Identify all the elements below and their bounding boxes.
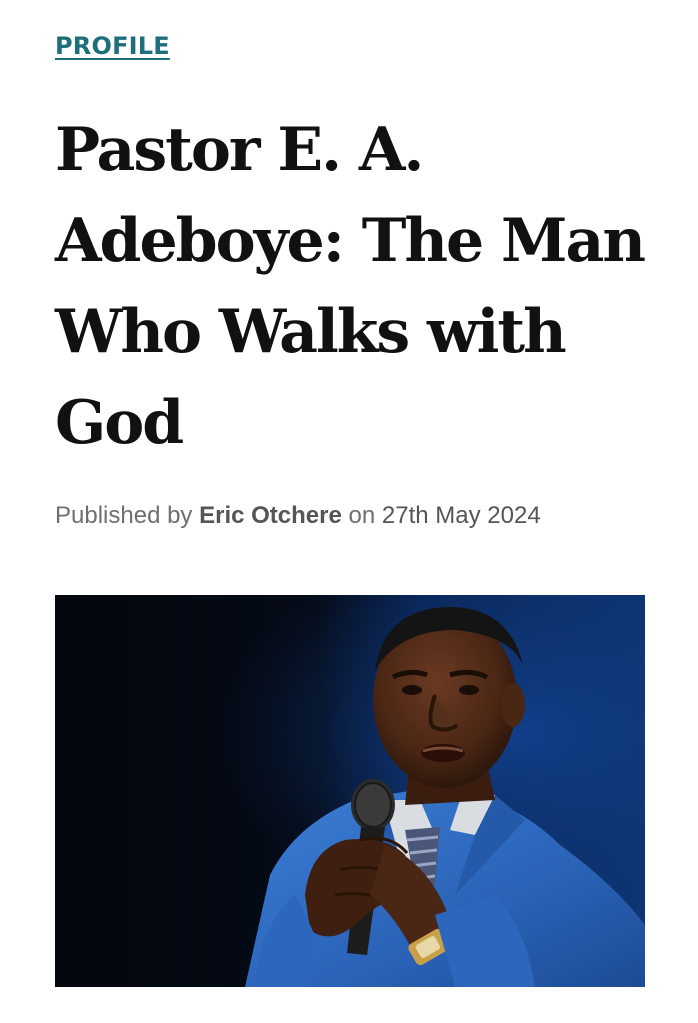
category-link[interactable]: PROFILE bbox=[55, 32, 170, 60]
hero-photo-illustration bbox=[55, 595, 645, 987]
byline-connector: on bbox=[348, 502, 376, 529]
author-link[interactable]: Eric Otchere bbox=[199, 502, 342, 529]
byline: Published by Eric Otchere on 27th May 20… bbox=[55, 502, 541, 530]
article-title: Pastor E. A. Adeboye: The Man Who Walks … bbox=[55, 115, 646, 458]
byline-prefix: Published by bbox=[55, 502, 193, 529]
publish-date: 27th May 2024 bbox=[381, 502, 541, 529]
hero-image bbox=[55, 595, 645, 987]
